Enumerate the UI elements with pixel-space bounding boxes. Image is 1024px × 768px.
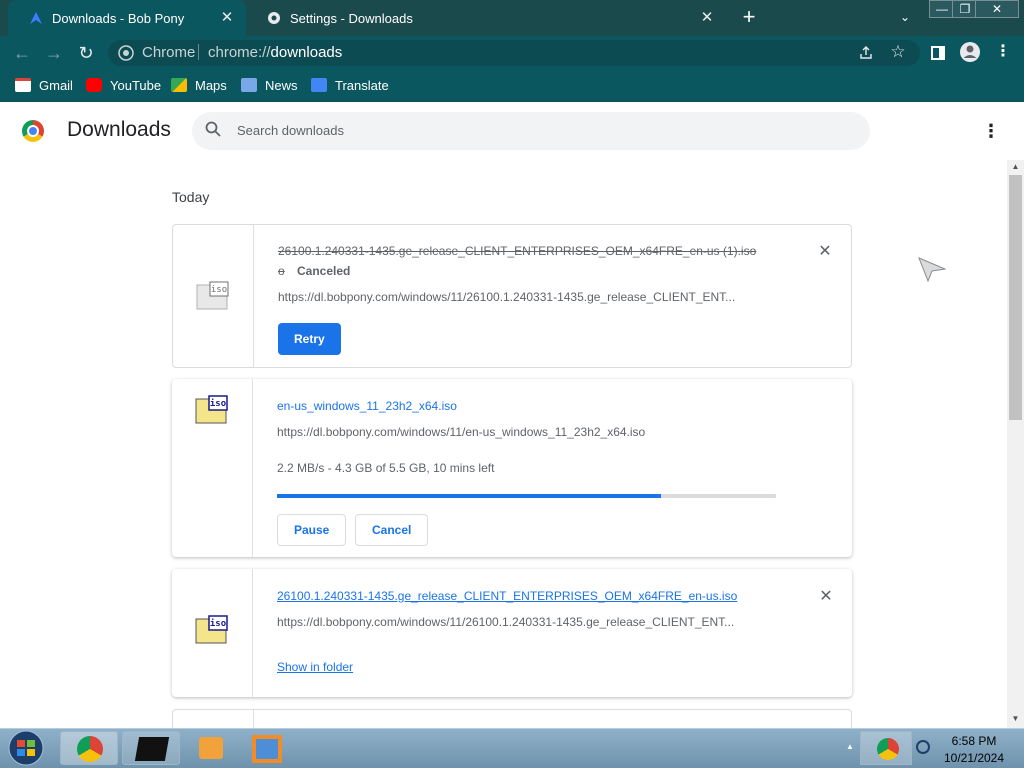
site-label: Chrome — [142, 44, 196, 61]
taskbar-terminal-button[interactable] — [122, 731, 180, 765]
tab-downloads[interactable]: Downloads - Bob Pony ✕ — [8, 0, 246, 36]
download-file-name: 26100.1.240331-1435.ge_release_CLIENT_EN… — [278, 244, 757, 258]
iso-file-icon: iso — [195, 615, 228, 644]
new-tab-button[interactable]: + — [738, 6, 760, 28]
page-title: Downloads — [67, 118, 171, 141]
download-url: https://dl.bobpony.com/windows/11/26100.… — [277, 615, 735, 629]
svg-text:iso: iso — [210, 618, 226, 629]
url-scheme: chrome:// — [208, 44, 271, 61]
tab-settings[interactable]: Settings - Downloads ✕ — [246, 0, 726, 36]
cancel-button[interactable]: Cancel — [355, 514, 429, 546]
download-item-canceled: iso 26100.1.240331-1435.ge_release_CLIEN… — [172, 224, 852, 368]
download-status: Canceled — [297, 264, 351, 278]
browser-menu-icon[interactable]: ⋮ — [995, 42, 1011, 62]
close-tab-icon[interactable]: ✕ — [218, 9, 236, 27]
download-progress-bar — [277, 494, 776, 498]
scrollbar-thumb[interactable] — [1009, 175, 1022, 420]
show-in-folder-link[interactable]: Show in folder — [277, 660, 353, 674]
gear-icon — [268, 12, 280, 24]
bookmark-translate[interactable]: Translate — [311, 76, 389, 94]
download-progress-fill — [277, 494, 662, 498]
bookmark-news[interactable]: News — [241, 76, 298, 94]
bookmark-label: Maps — [195, 77, 227, 93]
download-progress-text: 2.2 MB/s - 4.3 GB of 5.5 GB, 10 mins lef… — [277, 461, 495, 475]
network-icon[interactable] — [916, 740, 930, 754]
url-host: downloads — [270, 44, 343, 61]
mouse-cursor-icon — [918, 257, 946, 282]
download-file-name[interactable]: en-us_windows_11_23h2_x64.iso — [277, 399, 457, 413]
tray-active-window[interactable] — [860, 731, 912, 765]
youtube-icon — [86, 78, 102, 92]
bookmark-gmail[interactable]: Gmail — [15, 76, 73, 94]
tab-title: Downloads - Bob Pony — [52, 10, 185, 26]
translate-icon — [311, 78, 327, 92]
search-icon — [205, 121, 221, 137]
chrome-logo-icon — [22, 120, 44, 142]
vmware-icon — [252, 735, 282, 763]
iso-file-icon: iso — [196, 281, 229, 310]
retry-button[interactable]: Retry — [278, 323, 341, 355]
maps-icon — [171, 78, 187, 92]
svg-text:iso: iso — [210, 398, 226, 409]
bookmark-label: Translate — [335, 77, 389, 93]
svg-text:iso: iso — [211, 285, 227, 295]
search-placeholder: Search downloads — [237, 123, 344, 138]
tab-strip: Downloads - Bob Pony ✕ Settings - Downlo… — [0, 0, 1024, 36]
bookmark-star-icon[interactable]: ☆ — [889, 42, 907, 62]
download-item-in-progress: iso en-us_windows_11_23h2_x64.iso https:… — [172, 379, 852, 557]
back-icon[interactable]: ← — [9, 40, 35, 66]
section-heading: Today — [172, 189, 210, 205]
side-panel-icon[interactable] — [930, 45, 946, 61]
bob-pony-icon — [30, 12, 42, 24]
bookmark-label: YouTube — [110, 77, 162, 93]
remove-download-icon[interactable]: ✕ — [818, 589, 834, 605]
card-divider — [252, 379, 253, 557]
download-url: https://dl.bobpony.com/windows/11/26100.… — [278, 290, 736, 304]
reload-icon[interactable]: ↻ — [73, 40, 99, 66]
tray-expand-icon[interactable]: ▲ — [846, 742, 854, 752]
bookmark-label: News — [265, 77, 298, 93]
news-icon — [241, 78, 257, 92]
media-player-icon — [199, 737, 223, 759]
scroll-down-icon[interactable]: ▼ — [1011, 714, 1020, 723]
tab-search-chevron-icon[interactable]: ⌄ — [896, 8, 914, 26]
card-divider — [253, 225, 254, 367]
url-text[interactable]: chrome://downloads — [208, 44, 342, 61]
forward-icon[interactable]: → — [41, 40, 67, 66]
address-separator — [198, 44, 199, 60]
close-tab-icon[interactable]: ✕ — [698, 9, 716, 27]
chrome-tray-icon — [877, 738, 899, 760]
scroll-up-icon[interactable]: ▲ — [1011, 162, 1020, 171]
remove-download-icon[interactable]: ✕ — [817, 244, 833, 260]
more-actions-icon[interactable]: ⋮ — [982, 120, 1000, 142]
iso-file-icon: iso — [195, 395, 228, 424]
card-divider — [252, 569, 253, 697]
clock-date[interactable]: 10/21/2024 — [943, 751, 1005, 765]
close-window-button[interactable]: ✕ — [975, 0, 1019, 18]
taskbar-vmware-button[interactable] — [242, 731, 300, 765]
download-file-name-wrap: o — [278, 264, 285, 278]
tab-title: Settings - Downloads — [290, 10, 413, 26]
chrome-site-icon — [118, 45, 134, 61]
taskbar-chrome-button[interactable] — [60, 731, 118, 765]
bookmark-label: Gmail — [39, 77, 73, 93]
start-button-icon[interactable] — [6, 730, 46, 766]
clock-time[interactable]: 6:58 PM — [945, 734, 1003, 748]
share-icon[interactable] — [858, 45, 874, 61]
taskbar-media-player-button[interactable] — [184, 731, 242, 765]
download-file-name[interactable]: 26100.1.240331-1435.ge_release_CLIENT_EN… — [277, 589, 737, 603]
chrome-icon — [77, 736, 103, 762]
bookmark-youtube[interactable]: YouTube — [86, 76, 161, 94]
terminal-icon — [134, 737, 170, 761]
download-url: https://dl.bobpony.com/windows/11/en-us_… — [277, 425, 646, 439]
bookmark-maps[interactable]: Maps — [171, 76, 227, 94]
download-item-complete: iso 26100.1.240331-1435.ge_release_CLIEN… — [172, 569, 852, 697]
gmail-icon — [15, 78, 31, 92]
profile-avatar-icon[interactable] — [959, 41, 981, 63]
pause-button[interactable]: Pause — [277, 514, 347, 546]
